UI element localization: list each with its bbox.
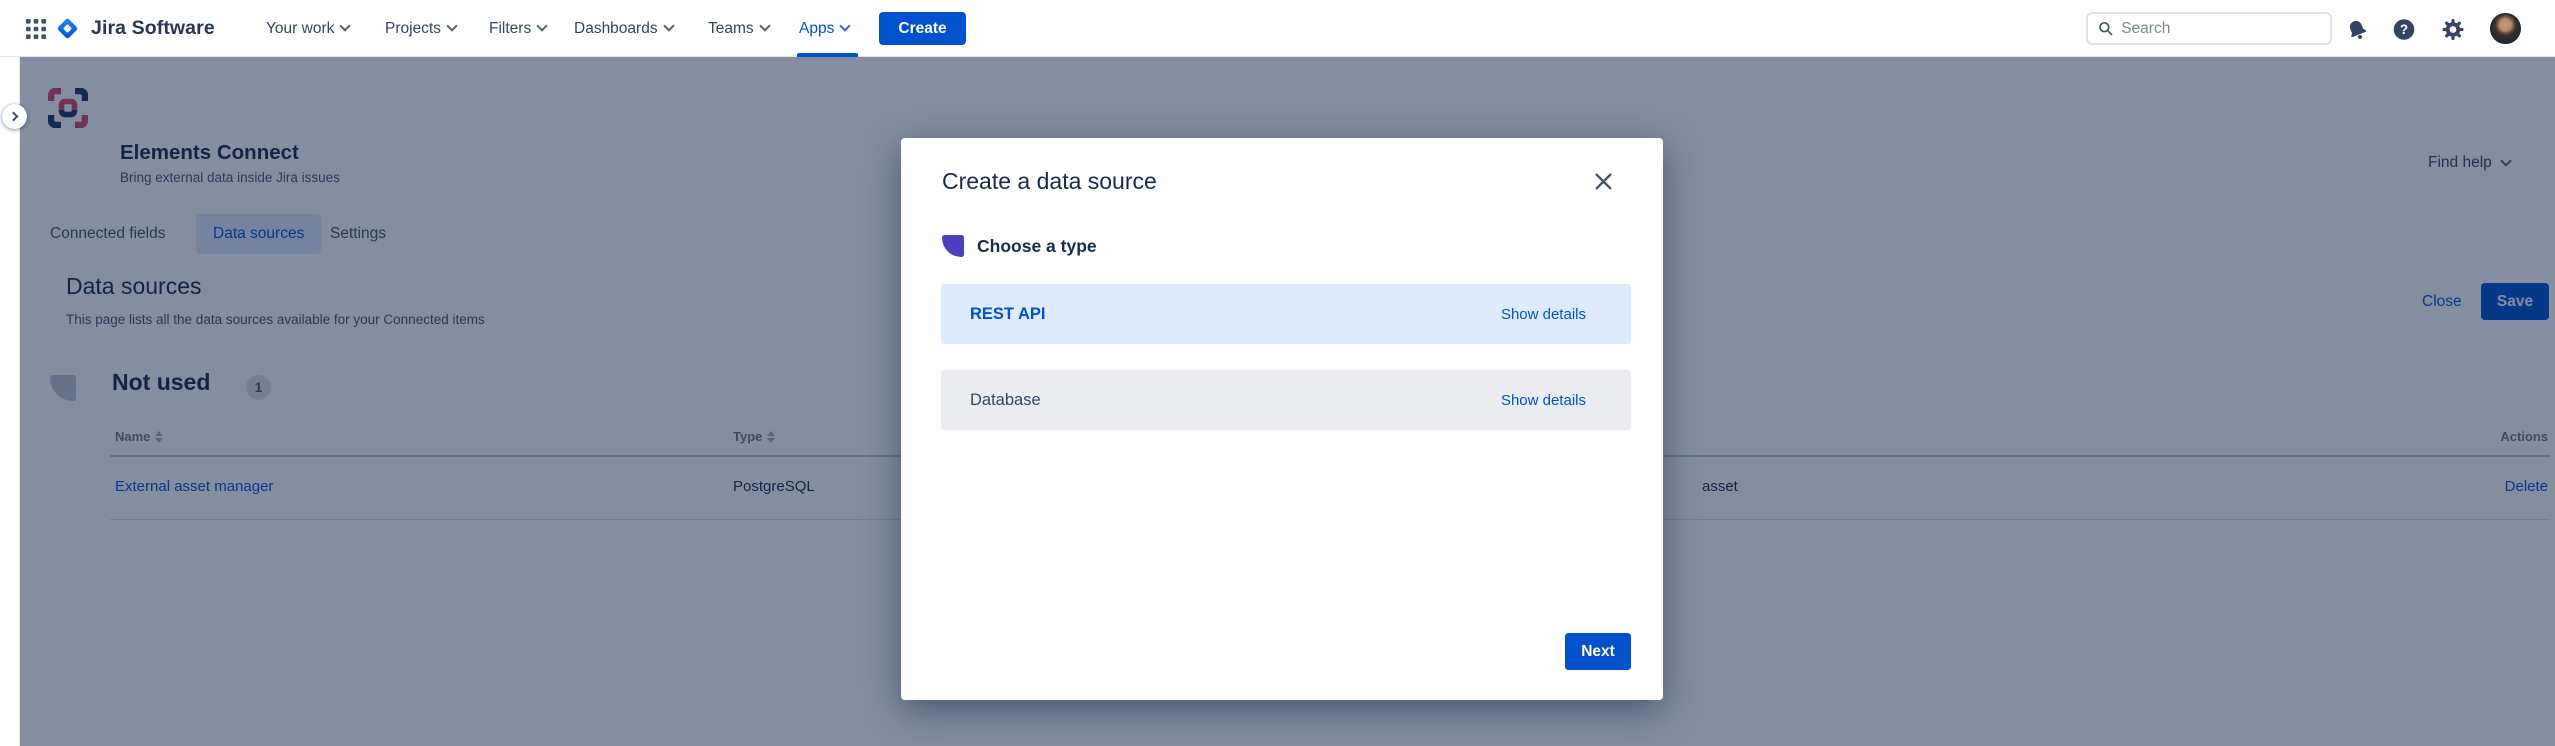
nav-item-filters[interactable]: Filters xyxy=(489,0,546,57)
svg-text:?: ? xyxy=(2400,22,2408,37)
nav-item-teams[interactable]: Teams xyxy=(708,0,769,57)
next-button[interactable]: Next xyxy=(1565,633,1631,670)
chevron-down-icon xyxy=(840,20,851,31)
chevron-down-icon xyxy=(759,20,770,31)
avatar[interactable] xyxy=(2490,13,2521,44)
search-icon xyxy=(2098,20,2113,37)
option-rest-api[interactable]: REST API Show details xyxy=(941,284,1631,344)
panel-expand-button[interactable] xyxy=(2,104,27,129)
jira-logo-icon xyxy=(54,15,81,42)
app-switcher-button[interactable] xyxy=(24,17,48,41)
nav-item-label: Filters xyxy=(489,20,531,38)
option-label: REST API xyxy=(970,305,1045,324)
modal-title: Create a data source xyxy=(942,168,1157,195)
search-input[interactable] xyxy=(2121,20,2320,38)
product-name: Jira Software xyxy=(91,17,215,40)
chevron-down-icon xyxy=(663,20,674,31)
gear-icon xyxy=(2441,17,2465,42)
nav-item-label: Apps xyxy=(799,20,834,38)
nav-item-label: Teams xyxy=(708,20,754,38)
search-box xyxy=(2086,12,2332,45)
option-label: Database xyxy=(970,391,1041,410)
product-home-link[interactable]: Jira Software xyxy=(54,0,215,57)
step-leaf-icon xyxy=(942,235,964,257)
nav-item-projects[interactable]: Projects xyxy=(385,0,456,57)
nav-item-label: Dashboards xyxy=(574,20,658,38)
nav-item-label: Your work xyxy=(266,20,334,38)
close-icon xyxy=(1593,171,1614,192)
create-data-source-dialog: Create a data source Choose a type REST … xyxy=(901,138,1663,700)
chevron-down-icon xyxy=(340,20,351,31)
screen: Elements Connect Bring external data ins… xyxy=(0,0,2555,746)
create-button[interactable]: Create xyxy=(879,12,966,45)
show-details-link[interactable]: Show details xyxy=(1501,392,1586,409)
nav-item-label: Projects xyxy=(385,20,441,38)
chevron-right-icon xyxy=(9,112,19,122)
show-details-link[interactable]: Show details xyxy=(1501,306,1586,323)
top-nav: Jira Software Your work Projects Filters… xyxy=(0,0,2555,57)
modal-close-button[interactable] xyxy=(1588,166,1618,196)
bell-icon xyxy=(2345,17,2369,42)
option-database[interactable]: Database Show details xyxy=(941,370,1631,430)
help-icon: ? xyxy=(2392,17,2416,42)
chevron-down-icon xyxy=(537,20,548,31)
help-button[interactable]: ? xyxy=(2392,17,2416,41)
left-sidebar-rail xyxy=(0,57,20,746)
settings-button[interactable] xyxy=(2441,17,2465,41)
chevron-down-icon xyxy=(446,20,457,31)
notifications-button[interactable] xyxy=(2345,17,2369,41)
nav-item-dashboards[interactable]: Dashboards xyxy=(574,0,673,57)
step-header: Choose a type xyxy=(942,235,1097,257)
nav-item-your-work[interactable]: Your work xyxy=(266,0,349,57)
active-nav-underline xyxy=(797,53,858,57)
nav-item-apps[interactable]: Apps xyxy=(799,0,849,57)
step-label: Choose a type xyxy=(977,236,1097,257)
app-switcher-icon xyxy=(25,18,47,40)
